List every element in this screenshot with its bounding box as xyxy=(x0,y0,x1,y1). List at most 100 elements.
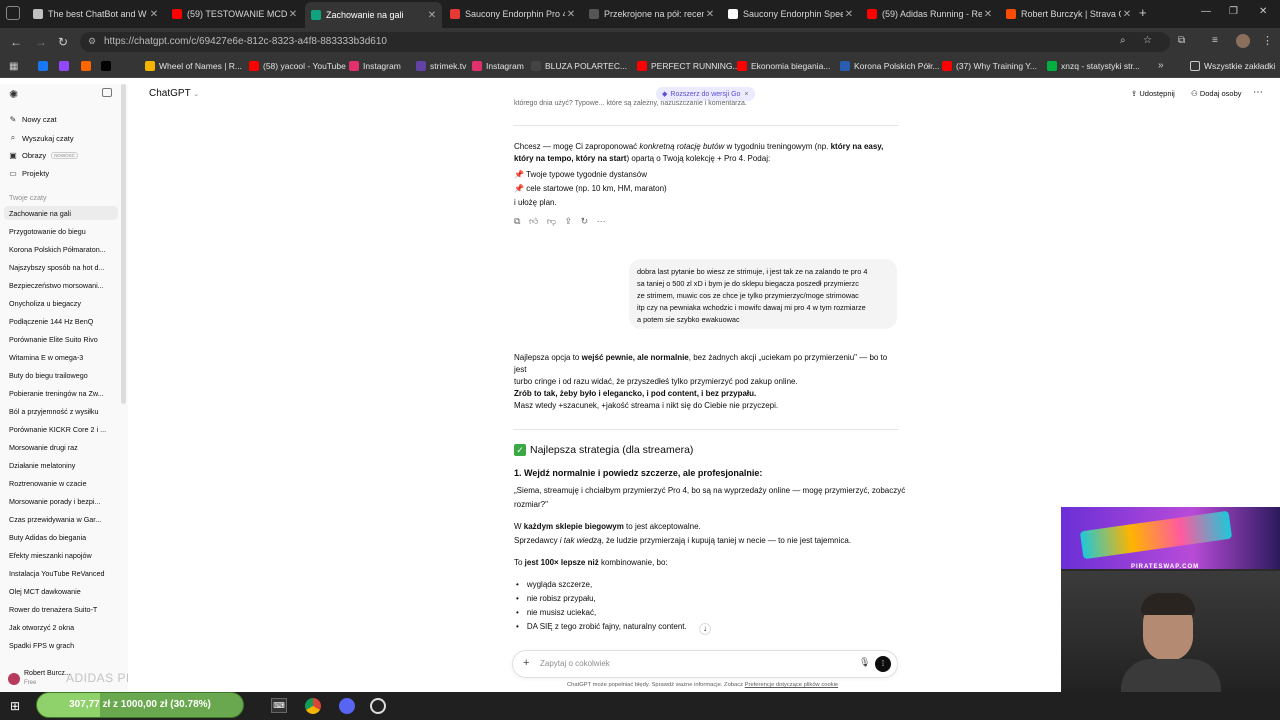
browser-tab[interactable]: Przekrojone na pół: recen ✕ xyxy=(583,4,720,24)
close-window-icon[interactable]: ✕ xyxy=(1259,6,1267,17)
chat-history-item[interactable]: Pobieranie treningów na Zw... xyxy=(9,389,114,398)
maximize-icon[interactable]: ❐ xyxy=(1229,6,1238,17)
bookmark-item[interactable]: Instagram xyxy=(472,61,524,71)
message-input[interactable]: Zapytaj o cokolwiek xyxy=(540,659,610,668)
chat-history-item[interactable]: Morsowanie drugi raz xyxy=(9,443,114,452)
minimize-icon[interactable]: — xyxy=(1201,6,1211,17)
browser-tab[interactable]: Zachowanie na gali ✕ xyxy=(305,2,442,28)
bookmark-item[interactable]: Wheel of Names | R... xyxy=(145,61,242,71)
browser-tab[interactable]: The best ChatBot and W ✕ xyxy=(27,4,164,24)
chat-history-item[interactable]: Buty do biegu trailowego xyxy=(9,371,114,380)
chat-history-item[interactable]: Porównanie Elite Suito Rivo xyxy=(9,335,114,344)
chat-history-item[interactable]: Jak otworzyć 2 okna xyxy=(9,623,114,632)
apps-grid-icon[interactable]: ▦ xyxy=(9,61,18,72)
scroll-down-icon[interactable]: ↓ xyxy=(699,623,711,635)
close-tab-icon[interactable]: ✕ xyxy=(843,9,855,20)
regenerate-icon[interactable]: ↻ xyxy=(581,216,589,226)
chat-history-item[interactable]: Czas przewidywania w Gar... xyxy=(9,515,114,524)
browser-tab[interactable]: Saucony Endorphin Pro 4 ✕ xyxy=(444,4,581,24)
bookmark-item[interactable]: BLUZA POLARTEC... xyxy=(531,61,627,71)
site-info-icon[interactable]: ⚙ xyxy=(88,36,96,47)
terminal-app-icon[interactable]: ⌨ xyxy=(271,698,287,713)
cookie-link[interactable]: Preferencje dotyczące plików cookie xyxy=(745,682,838,688)
chat-history-item[interactable]: Bezpieczeństwo morsowani... xyxy=(9,281,114,290)
chat-history-item[interactable]: Podłączenie 144 Hz BenQ xyxy=(9,317,114,326)
thumbs-down-icon[interactable]: 👎︎ xyxy=(547,216,556,226)
media-icon[interactable]: ≡ xyxy=(1212,35,1218,46)
chat-history-item[interactable]: Zachowanie na gali xyxy=(9,209,114,218)
bookmark-item[interactable]: strimek.tv xyxy=(416,61,466,71)
chat-history-item[interactable]: Porównanie KICKR Core 2 i ... xyxy=(9,425,114,434)
close-tab-icon[interactable]: ✕ xyxy=(148,9,160,20)
zoom-icon[interactable]: ⌕ xyxy=(1120,35,1126,46)
model-selector[interactable]: ChatGPT ⌄ xyxy=(149,88,199,99)
more-icon[interactable]: ⋯ xyxy=(597,216,606,226)
bookmark-item[interactable]: xnzq - statystyki str... xyxy=(1047,61,1140,71)
bookmark-item[interactable] xyxy=(59,61,73,71)
chat-history-item[interactable]: Onycholiza u biegaczy xyxy=(9,299,114,308)
bookmark-item[interactable]: Instagram xyxy=(349,61,401,71)
bookmark-item[interactable] xyxy=(101,61,115,71)
bookmark-item[interactable] xyxy=(81,61,95,71)
sidebar-nav-item[interactable]: ▣ Obrazy NOWOŚĆ xyxy=(8,151,78,160)
chat-history-item[interactable]: Roztrenowanie w czacie xyxy=(9,479,114,488)
chat-history-item[interactable]: Spadki FPS w grach xyxy=(9,641,114,650)
chat-history-item[interactable]: Buty Adidas do biegania xyxy=(9,533,114,542)
close-tab-icon[interactable]: ✕ xyxy=(982,9,994,20)
sidebar-nav-item[interactable]: ⌕ Wyszukaj czaty xyxy=(8,133,74,143)
openai-logo-icon[interactable]: ✺ xyxy=(9,88,18,101)
profile-avatar[interactable] xyxy=(1236,34,1250,48)
chat-history-item[interactable]: Witamina E w omega-3 xyxy=(9,353,114,362)
more-options-icon[interactable]: ⋯ xyxy=(1253,87,1263,98)
forward-icon[interactable]: → xyxy=(35,35,47,49)
chat-history-item[interactable]: Efekty mieszanki napojów xyxy=(9,551,114,560)
chat-history-item[interactable]: Korona Polskich Półmaraton... xyxy=(9,245,114,254)
windows-start-icon[interactable]: ⊞ xyxy=(10,699,20,713)
browser-tab[interactable]: (59) Adidas Running - Re ✕ xyxy=(861,4,998,24)
tab-list-icon[interactable] xyxy=(6,6,20,20)
chat-history-item[interactable]: Olej MCT dawkowanie xyxy=(9,587,114,596)
chat-history-item[interactable]: Rower do trenażera Suito-T xyxy=(9,605,114,614)
browser-tab[interactable]: (59) TESTOWANIE MCDO ✕ xyxy=(166,4,303,24)
bookmark-item[interactable]: (58) yacool - YouTube xyxy=(249,61,346,71)
copy-icon[interactable]: ⧉ xyxy=(514,216,520,226)
discord-app-icon[interactable] xyxy=(339,698,355,714)
chat-history-item[interactable]: Działanie melatoniny xyxy=(9,461,114,470)
chat-history-item[interactable]: Ból a przyjemność z wysiłku xyxy=(9,407,114,416)
back-icon[interactable]: ← xyxy=(10,35,22,49)
share-button[interactable]: ⇪ Udostępnij xyxy=(1131,89,1175,98)
extensions-icon[interactable]: ⧉ xyxy=(1178,35,1185,46)
bookmark-item[interactable]: PERFECT RUNNING... xyxy=(637,61,740,71)
sidebar-scrollbar[interactable] xyxy=(121,84,126,404)
browser-tab[interactable]: Robert Burczyk | Strava C ✕ xyxy=(1000,4,1137,24)
browser-tab[interactable]: Saucony Endorphin Spee ✕ xyxy=(722,4,859,24)
sidebar-nav-item[interactable]: ▭ Projekty xyxy=(8,169,49,178)
chat-history-item[interactable]: Najszybszy sposób na hot d... xyxy=(9,263,114,272)
add-people-button[interactable]: ⚇ Dodaj osoby xyxy=(1191,89,1242,98)
attach-icon[interactable]: + xyxy=(523,657,529,669)
new-tab-button[interactable]: + xyxy=(1139,5,1147,20)
close-tab-icon[interactable]: ✕ xyxy=(1121,9,1133,20)
chrome-app-icon[interactable] xyxy=(305,698,321,714)
bookmark-star-icon[interactable]: ☆ xyxy=(1143,35,1152,46)
bookmark-item[interactable]: Ekonomia biegania... xyxy=(737,61,830,71)
share-message-icon[interactable]: ⇪ xyxy=(565,216,573,226)
collapse-sidebar-icon[interactable] xyxy=(102,88,112,97)
all-bookmarks-button[interactable]: Wszystkie zakładki xyxy=(1190,61,1275,71)
sidebar-nav-item[interactable]: ✎ Nowy czat xyxy=(8,115,57,124)
close-tab-icon[interactable]: ✕ xyxy=(287,9,299,20)
thumbs-up-icon[interactable]: 👍︎ xyxy=(529,216,538,226)
microphone-icon[interactable]: 🎙︎ xyxy=(859,657,870,668)
chat-history-item[interactable]: Morsowanie porady i bezpi... xyxy=(9,497,114,506)
close-icon[interactable]: × xyxy=(744,91,748,98)
close-tab-icon[interactable]: ✕ xyxy=(565,9,577,20)
bookmarks-overflow-icon[interactable]: » xyxy=(1158,60,1164,71)
bookmark-item[interactable]: Korona Polskich Półr... xyxy=(840,61,940,71)
chat-history-item[interactable]: Przygotowanie do biegu xyxy=(9,227,114,236)
bookmark-item[interactable] xyxy=(38,61,52,71)
chat-history-item[interactable]: Instalacja YouTube ReVanced xyxy=(9,569,114,578)
bookmark-item[interactable]: (37) Why Training Y... xyxy=(942,61,1037,71)
close-tab-icon[interactable]: ✕ xyxy=(426,10,438,21)
reload-icon[interactable]: ↻ xyxy=(58,35,68,49)
voice-mode-icon[interactable]: ⁞ xyxy=(875,656,891,672)
